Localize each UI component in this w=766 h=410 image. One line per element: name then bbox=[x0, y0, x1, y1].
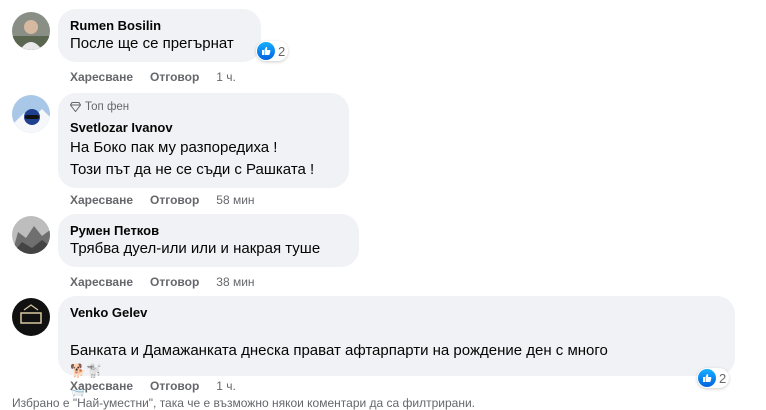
comment-timestamp[interactable]: 38 мин bbox=[216, 275, 254, 289]
reaction-count[interactable]: 2 bbox=[256, 41, 289, 61]
reaction-number: 2 bbox=[278, 43, 286, 59]
comment-timestamp[interactable]: 1 ч. bbox=[216, 70, 236, 84]
comment-actions: Харесване Отговор 1 ч. bbox=[70, 379, 236, 393]
comment-author[interactable]: Venko Gelev bbox=[70, 304, 723, 321]
comment-text: Банката и Дамажанката днеска прават афта… bbox=[70, 321, 723, 381]
comment-actions: Харесване Отговор 58 мин bbox=[70, 193, 255, 207]
avatar[interactable] bbox=[12, 12, 50, 50]
like-reaction-icon bbox=[698, 369, 716, 387]
reaction-count[interactable]: 2 bbox=[697, 368, 730, 388]
comment-text: После ще се прегърнат bbox=[70, 35, 234, 52]
comment-actions: Харесване Отговор 1 ч. bbox=[70, 70, 236, 84]
reply-button[interactable]: Отговор bbox=[150, 379, 199, 393]
diamond-icon bbox=[70, 102, 81, 112]
dog-emoji-icon: 🐕🐩 bbox=[70, 363, 103, 378]
badge-label: Топ фен bbox=[85, 101, 130, 113]
avatar[interactable] bbox=[12, 216, 50, 254]
comment-timestamp[interactable]: 58 мин bbox=[216, 193, 254, 207]
avatar[interactable] bbox=[12, 298, 50, 336]
like-button[interactable]: Харесване bbox=[70, 379, 133, 393]
comment-author[interactable]: Rumen Bosilin bbox=[70, 17, 249, 34]
comment-bubble: Топ фен Svetlozar Ivanov На Боко пак му … bbox=[58, 93, 349, 188]
avatar[interactable] bbox=[12, 95, 50, 133]
like-reaction-icon bbox=[257, 42, 275, 60]
comment-actions: Харесване Отговор 38 мин bbox=[70, 275, 255, 289]
top-fan-badge: Топ фен bbox=[70, 99, 337, 115]
comment-author[interactable]: Svetlozar Ivanov bbox=[70, 119, 337, 136]
like-button[interactable]: Харесване bbox=[70, 70, 133, 84]
comment-text: На Боко пак му разпоредиха ! Този път да… bbox=[70, 139, 315, 178]
reply-button[interactable]: Отговор bbox=[150, 275, 199, 289]
comment-text-body: Банката и Дамажанката днеска прават афта… bbox=[70, 342, 608, 359]
like-button[interactable]: Харесване bbox=[70, 193, 133, 207]
comment-text: Трябва дуел-или или и накрая туше bbox=[70, 240, 321, 257]
like-button[interactable]: Харесване bbox=[70, 275, 133, 289]
reaction-number: 2 bbox=[719, 370, 727, 386]
comment-author[interactable]: Румен Петков bbox=[70, 222, 347, 239]
comment-timestamp[interactable]: 1 ч. bbox=[216, 379, 236, 393]
reply-button[interactable]: Отговор bbox=[150, 193, 199, 207]
comment-bubble: Румен Петков Трябва дуел-или или и накра… bbox=[58, 214, 359, 267]
comment-bubble: Rumen Bosilin После ще се прегърнат bbox=[58, 9, 261, 62]
comment-bubble: Venko Gelev Банката и Дамажанката днеска… bbox=[58, 296, 735, 397]
reply-button[interactable]: Отговор bbox=[150, 70, 199, 84]
